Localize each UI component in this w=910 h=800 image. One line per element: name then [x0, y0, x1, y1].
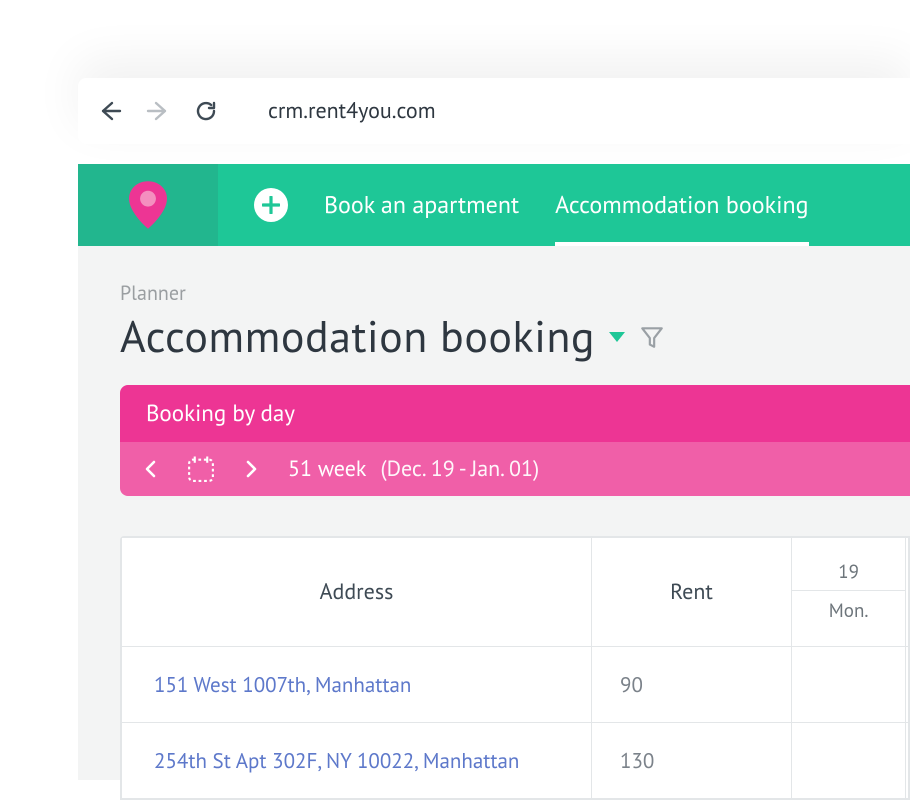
next-week-button[interactable]: [242, 457, 262, 481]
nav-accommodation-booking[interactable]: Accommodation booking: [555, 163, 808, 247]
day-number: 19: [792, 554, 905, 591]
table-row: 254th St Apt 302F, NY 10022, Manhattan 1…: [122, 723, 909, 799]
week-number: 51 week: [288, 455, 366, 483]
pin-icon: [129, 181, 167, 229]
browser-chrome: crm.rent4you.com: [78, 78, 910, 144]
day-cell[interactable]: [792, 723, 906, 799]
col-header-day-next: [906, 538, 909, 647]
breadcrumb: Planner: [120, 280, 910, 306]
rent-value: 130: [592, 723, 792, 799]
rent-value: 90: [592, 647, 792, 723]
browser-forward-button[interactable]: [144, 97, 172, 125]
scheduler-period-nav: 51 week (Dec. 19 - Jan. 01): [120, 442, 910, 496]
browser-reload-button[interactable]: [192, 97, 220, 125]
page-title-dropdown[interactable]: [609, 332, 625, 342]
planner-table: Address Rent 19 Mon. 151 West 1007th, Ma…: [120, 536, 910, 800]
filter-icon[interactable]: [639, 324, 665, 350]
day-cell[interactable]: [792, 647, 906, 723]
day-cell[interactable]: [906, 723, 909, 799]
app-top-bar: Book an apartment Accommodation booking: [78, 164, 910, 246]
nav-book-apartment[interactable]: Book an apartment: [324, 163, 519, 247]
col-header-day: 19 Mon.: [792, 538, 906, 647]
add-button[interactable]: [254, 188, 288, 222]
scheduler-title: Booking by day: [120, 385, 910, 442]
prev-week-button[interactable]: [140, 457, 160, 481]
app-logo-area[interactable]: [78, 164, 218, 246]
col-header-rent: Rent: [592, 538, 792, 647]
address-link[interactable]: 151 West 1007th, Manhattan: [154, 671, 411, 698]
calendar-icon[interactable]: [186, 454, 216, 484]
primary-nav: Book an apartment Accommodation booking: [218, 164, 910, 246]
col-header-address: Address: [122, 538, 592, 647]
page-body: Planner Accommodation booking Booking by…: [78, 246, 910, 780]
day-of-week: Mon.: [792, 591, 905, 631]
address-link[interactable]: 254th St Apt 302F, NY 10022, Manhattan: [154, 747, 519, 774]
scheduler-header: Booking by day 51 week (Dec. 19 - Jan. 0…: [120, 385, 910, 496]
browser-back-button[interactable]: [96, 97, 124, 125]
browser-address-bar[interactable]: crm.rent4you.com: [240, 88, 910, 134]
browser-url-text: crm.rent4you.com: [268, 97, 436, 125]
page-title: Accommodation booking: [120, 308, 595, 365]
date-range: (Dec. 19 - Jan. 01): [380, 455, 539, 483]
day-cell[interactable]: [906, 647, 909, 723]
plus-icon: [262, 196, 280, 214]
table-row: 151 West 1007th, Manhattan 90: [122, 647, 909, 723]
